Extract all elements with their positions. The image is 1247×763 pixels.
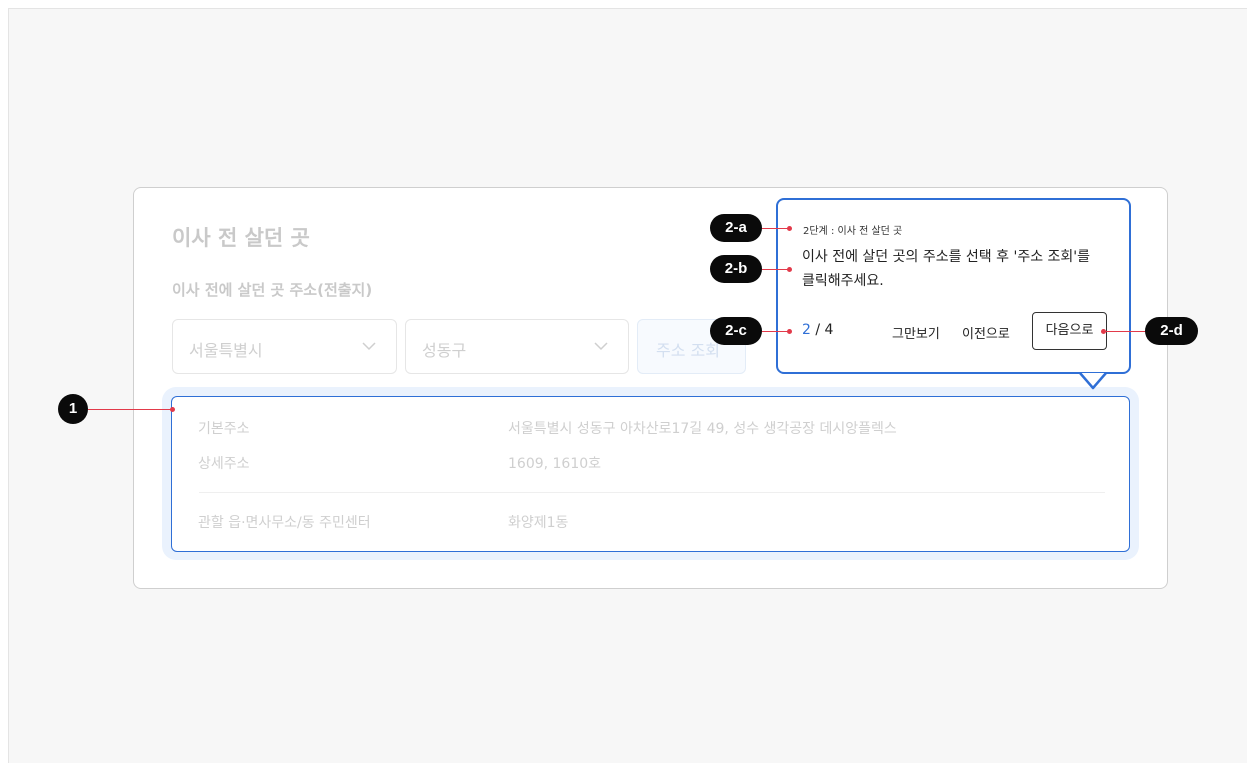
district-select-value: 성동구 [422,341,467,360]
tooltip-caret-icon [1079,372,1107,390]
detail-address-value: 1609, 1610호 [508,456,602,472]
annotation-leader-2b [762,269,790,270]
annotation-badge-2c: 2-c [710,317,762,345]
basic-address-value: 서울특별시 성동구 아차산로17길 49, 성수 생각공장 데시앙플렉스 [508,421,897,437]
total-pages: / 4 [815,322,834,338]
annotation-dot-1 [170,407,175,412]
tooltip-pagination: 2 / 4 [802,322,833,338]
annotation-leader-2d [1104,331,1146,332]
address-result-box: 기본주소 서울특별시 성동구 아차산로17길 49, 성수 생각공장 데시앙플렉… [171,396,1130,552]
city-select-value: 서울특별시 [189,341,263,360]
jurisdiction-value: 화양제1동 [508,515,569,531]
annotation-leader-2c [762,331,790,332]
address-search-label: 주소 조회 [656,341,720,360]
tooltip-body: 이사 전에 살던 곳의 주소를 선택 후 '주소 조회'를 클릭해주세요. [802,249,1091,289]
stop-tour-button[interactable]: 그만보기 [892,323,940,342]
chevron-down-icon [362,342,376,351]
tooltip-step: 2단계 : 이사 전 살던 곳 [803,226,903,237]
annotation-dot-2a [787,226,792,231]
annotation-dot-2b [787,267,792,272]
annotation-badge-2a: 2-a [710,214,762,242]
next-button[interactable]: 다음으로 [1032,312,1107,350]
city-select[interactable]: 서울특별시 [172,319,397,374]
chevron-down-icon [594,342,608,351]
address-subtitle: 이사 전에 살던 곳 주소(전출지) [172,281,373,299]
annotation-badge-2d: 2-d [1145,317,1198,345]
previous-button[interactable]: 이전으로 [962,323,1010,342]
annotation-leader-1 [88,409,173,410]
annotation-dot-2c [787,329,792,334]
detail-address-label: 상세주소 [198,456,250,472]
basic-address-label: 기본주소 [198,421,250,437]
annotation-badge-2b: 2-b [710,255,762,283]
annotation-badge-1: 1 [58,394,88,424]
guide-tooltip: 2단계 : 이사 전 살던 곳 이사 전에 살던 곳의 주소를 선택 후 '주소… [776,198,1131,374]
jurisdiction-label: 관할 읍·면사무소/동 주민센터 [198,515,371,531]
annotation-leader-2a [762,228,790,229]
divider [199,492,1105,493]
section-title: 이사 전 살던 곳 [172,226,310,250]
current-page: 2 [802,322,811,338]
district-select[interactable]: 성동구 [405,319,629,374]
